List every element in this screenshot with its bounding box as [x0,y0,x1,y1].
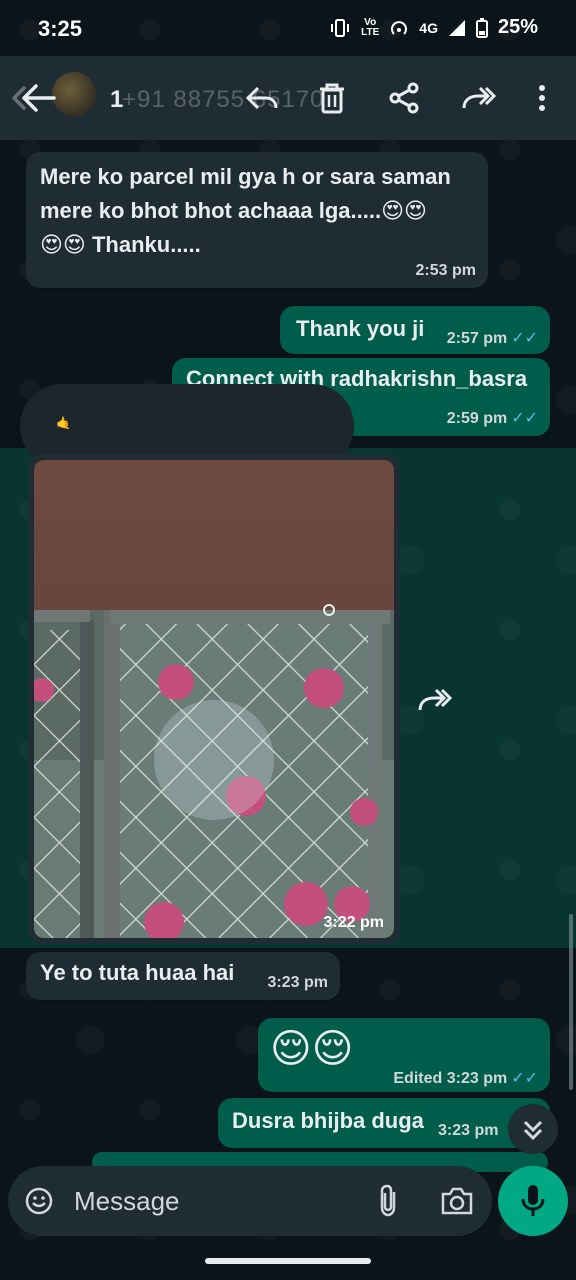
read-ticks-icon: ✓✓ [511,330,538,347]
message-text: Ye to tuta huaa hai [40,960,235,985]
message-text: mere ko bhot bhot achaaa lga.....😍😍 [40,198,427,223]
vibrate-icon [331,18,350,37]
message-bubble-outgoing[interactable]: Dusra bhijba duga 3:23 pm [218,1098,550,1148]
read-ticks-icon: ✓✓ [511,1070,538,1087]
message-text: Thank you ji [296,316,425,341]
message-meta: 2:57 pm ✓✓ [447,328,538,348]
hotspot-icon [391,20,408,35]
forward-icon[interactable] [460,80,496,116]
scrollbar-thumb[interactable] [569,914,573,1090]
read-ticks-icon: ✓✓ [511,410,538,427]
status-bar: 3:25 Vo LTE 4G 25% [0,0,576,56]
microphone-icon [521,1185,545,1216]
message-meta: 2:59 pm ✓✓ [447,408,538,428]
message-time: 3:23 pm [267,974,328,991]
message-text: Mere ko parcel mil gya h or sara saman [40,164,451,189]
reply-icon[interactable] [244,80,280,116]
status-icons: Vo LTE 4G 25% [329,16,538,39]
forward-message-icon[interactable] [414,678,456,720]
message-time: 2:57 pm [446,330,508,347]
network-type: 4G [419,19,438,36]
camera-icon[interactable] [440,1186,474,1216]
message-bubble-incoming[interactable]: Mere ko parcel mil gya h or sara saman m… [26,152,488,288]
more-vert-icon[interactable] [524,80,560,116]
emoji-icon[interactable] [24,1186,54,1216]
message-time: 3:23 pm [446,1070,508,1087]
edited-label: Edited [393,1070,443,1087]
signal-icon [448,19,465,36]
double-chevron-down-icon [523,1120,543,1141]
share-icon[interactable] [386,80,422,116]
battery-percent: 25% [497,16,538,38]
gesture-navigation-bar[interactable] [205,1258,371,1264]
selection-toolbar: +91 88755 65170 1 [0,56,576,140]
message-time: 2:53 pm [415,262,476,279]
message-time: 3:23 pm [438,1122,499,1139]
status-time: 3:25 [38,16,83,41]
message-bubble-outgoing[interactable]: 😌😌 Edited 3:23 pm ✓✓ [258,1018,550,1092]
contact-avatar[interactable] [52,72,96,116]
image-message-bubble[interactable]: 3:22 pm [28,454,400,944]
delete-icon[interactable] [314,80,350,116]
message-bubble-incoming[interactable]: Ye to tuta huaa hai 3:23 pm [26,952,340,1000]
back-arrow-icon[interactable] [10,82,58,114]
message-bubble-outgoing[interactable]: Thank you ji 2:57 pm ✓✓ [280,306,550,354]
message-text: 😍😍 Thanku..... [40,232,201,257]
message-text: 😌😌 [270,1027,354,1071]
volte-icon: Vo LTE [361,16,380,38]
photo-thumbnail[interactable] [34,460,394,938]
contact-number[interactable]: +91 88755 65170 [122,86,325,114]
battery-icon [475,17,488,38]
message-input-bar: Message [8,1166,492,1236]
selected-count: 1 [110,86,124,113]
mic-button[interactable] [498,1166,568,1236]
message-time: 3:22 pm [323,914,384,931]
scroll-to-bottom-button[interactable] [508,1104,558,1154]
message-input[interactable]: Message [74,1186,180,1217]
message-time: 2:59 pm [446,410,508,427]
attach-icon[interactable] [374,1184,404,1218]
message-text: Dusra bhijba duga [232,1108,424,1133]
overlay-emoji: 🤙 [56,416,71,430]
message-meta: Edited 3:23 pm ✓✓ [393,1068,538,1088]
